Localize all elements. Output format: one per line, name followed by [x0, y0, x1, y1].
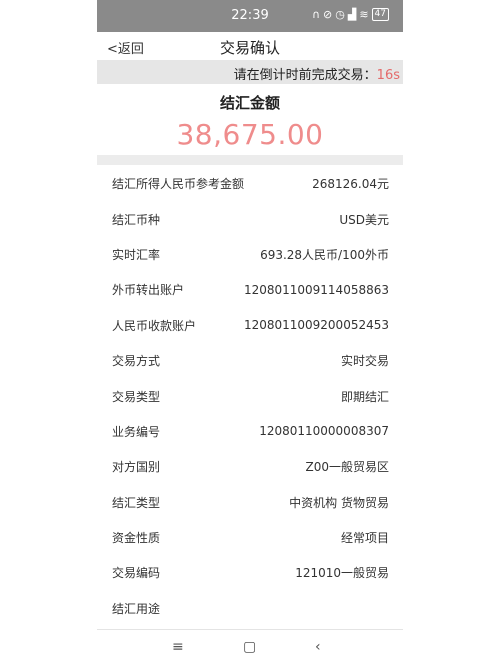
detail-label: 结汇所得人民币参考金额	[112, 177, 245, 192]
detail-value: 693.28人民币/100外币	[260, 247, 389, 262]
headphones-icon: ∩	[311, 7, 321, 21]
detail-row-source-account: 外币转出账户 1208011009114058863	[97, 272, 403, 307]
detail-value: 经常项目	[340, 531, 389, 546]
detail-label: 交易类型	[112, 389, 161, 404]
detail-label: 结汇类型	[112, 495, 161, 510]
detail-row-trade-type: 交易类型 即期结汇	[97, 378, 403, 413]
detail-row-purpose[interactable]: 结汇用途	[97, 591, 403, 626]
detail-value: USD美元	[339, 212, 389, 227]
alarm-icon: ◷	[335, 7, 345, 21]
detail-value: 12080110000008307	[259, 424, 389, 439]
status-bar: 22:39 ∩ ⊘ ◷ ▟ ≋ 47	[97, 0, 403, 32]
detail-row-trade-code: 交易编码 121010一般贸易	[97, 555, 403, 590]
amount-value: 38,675.00	[176, 118, 324, 151]
countdown-text: 请在倒计时前完成交易：16s	[234, 64, 400, 83]
menu-icon[interactable]: ≡	[172, 639, 184, 655]
detail-label: 结汇用途	[112, 601, 161, 616]
home-icon[interactable]: ▢	[243, 639, 256, 655]
detail-value: 268126.04元	[312, 177, 389, 192]
detail-label: 实时汇率	[112, 247, 161, 262]
detail-value: Z00一般贸易区	[305, 460, 390, 475]
detail-label: 外币转出账户	[112, 283, 185, 298]
detail-row-rmb-account: 人民币收款账户 1208011009200052453	[97, 308, 403, 343]
detail-label: 结汇币种	[112, 212, 161, 227]
detail-label: 交易方式	[112, 354, 161, 369]
detail-value: 1208011009200052453	[243, 318, 389, 333]
back-icon[interactable]: ‹	[315, 639, 321, 655]
back-button[interactable]: <返回	[107, 38, 144, 57]
section-divider	[97, 155, 403, 165]
detail-row-trade-method: 交易方式 实时交易	[97, 343, 403, 378]
detail-label: 业务编号	[112, 424, 161, 439]
detail-row-exchange-rate: 实时汇率 693.28人民币/100外币	[97, 237, 403, 272]
amount-title: 结汇金额	[219, 94, 280, 112]
detail-row-rmb-amount: 结汇所得人民币参考金额 268126.04元	[97, 166, 403, 201]
nav-bar: <返回 交易确认	[97, 36, 403, 60]
detail-label: 人民币收款账户	[112, 318, 197, 333]
detail-value: 1208011009114058863	[243, 282, 389, 297]
detail-value: 即期结汇	[340, 389, 389, 404]
countdown-seconds: 16s	[376, 68, 400, 83]
status-icons: ∩ ⊘ ◷ ▟ ≋ 47	[312, 8, 389, 21]
detail-row-business-no: 业务编号 12080110000008307	[97, 414, 403, 449]
details-list: 结汇所得人民币参考金额 268126.04元 结汇币种 USD美元 实时汇率 6…	[97, 166, 403, 626]
detail-label: 对方国别	[112, 460, 161, 475]
detail-value: 121010一般贸易	[295, 566, 389, 581]
mute-icon: ⊘	[323, 7, 333, 21]
system-nav-bar: ≡ ▢ ‹	[97, 629, 403, 666]
detail-row-settlement-type: 结汇类型 中资机构 货物贸易	[97, 485, 403, 520]
detail-value: 实时交易	[340, 354, 389, 369]
detail-value: 中资机构 货物贸易	[289, 495, 389, 510]
phone-screen: 22:39 ∩ ⊘ ◷ ▟ ≋ 47 <返回 交易确认 请在倒计时前完成交易：1…	[97, 0, 403, 666]
countdown-banner: 请在倒计时前完成交易：16s	[97, 60, 403, 84]
detail-row-currency: 结汇币种 USD美元	[97, 201, 403, 236]
signal-icon: ▟	[347, 7, 357, 21]
detail-label: 交易编码	[112, 566, 161, 581]
detail-label: 资金性质	[112, 531, 161, 546]
battery-icon: 47	[371, 8, 389, 21]
detail-row-counterparty-country: 对方国别 Z00一般贸易区	[97, 449, 403, 484]
wifi-icon: ≋	[359, 7, 369, 21]
detail-row-fund-nature: 资金性质 经常项目	[97, 520, 403, 555]
countdown-prefix: 请在倒计时前完成交易：	[233, 68, 377, 83]
